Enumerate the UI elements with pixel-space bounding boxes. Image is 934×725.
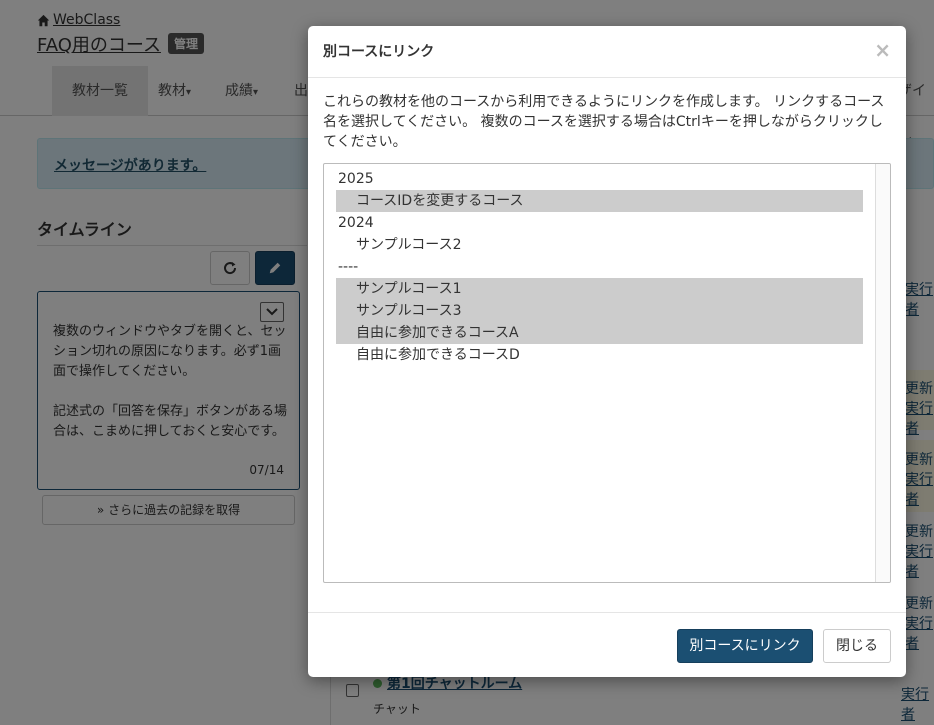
modal-description: これらの教材を他のコースから利用できるようにリンクを作成します。 リンクするコー…	[323, 94, 885, 150]
optgroup-label: ----	[338, 259, 359, 275]
close-button[interactable]: 閉じる	[823, 629, 891, 663]
course-option[interactable]: 自由に参加できるコースA	[336, 322, 863, 344]
optgroup-label: 2025	[338, 171, 374, 187]
course-option[interactable]: サンプルコース3	[336, 300, 863, 322]
close-icon[interactable]: ×	[874, 38, 891, 62]
course-option[interactable]: サンプルコース2	[336, 234, 863, 256]
course-options: 2025 コースIDを変更するコース 2024 サンプルコース2 ---- サン…	[336, 168, 863, 366]
optgroup-label: 2024	[338, 215, 374, 231]
course-option[interactable]: コースIDを変更するコース	[336, 190, 863, 212]
link-course-modal: 別コースにリンク × これらの教材を他のコースから利用できるようにリンクを作成し…	[308, 26, 906, 677]
modal-footer: 別コースにリンク 閉じる	[308, 612, 906, 677]
modal-title: 別コースにリンク	[323, 44, 435, 60]
list-scrollbar[interactable]	[875, 164, 890, 582]
modal-header: 別コースにリンク ×	[308, 26, 906, 78]
link-course-button[interactable]: 別コースにリンク	[677, 629, 813, 663]
course-option[interactable]: サンプルコース1	[336, 278, 863, 300]
course-multiselect[interactable]: 2025 コースIDを変更するコース 2024 サンプルコース2 ---- サン…	[323, 163, 891, 583]
course-option[interactable]: 自由に参加できるコースD	[336, 344, 863, 366]
